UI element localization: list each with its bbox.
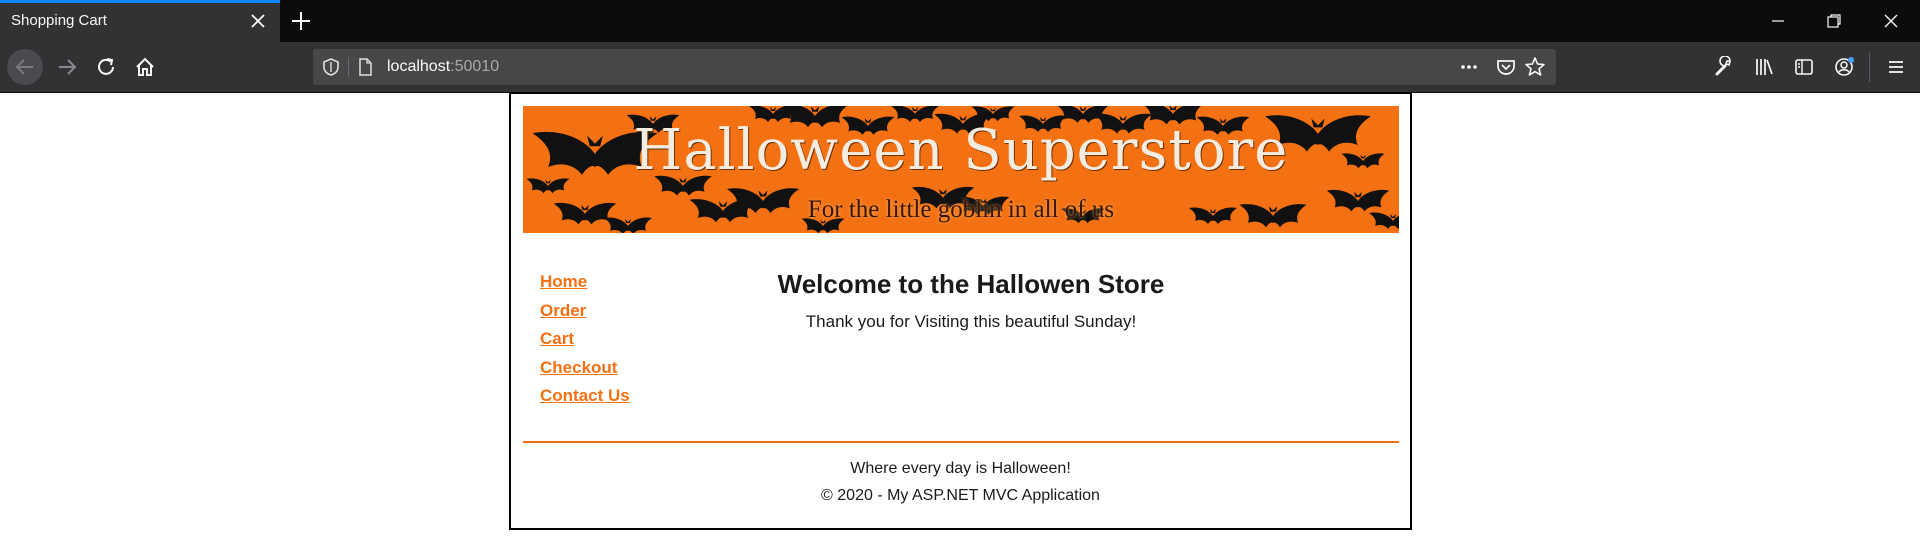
toolbar-divider [1869,52,1870,82]
welcome-message: Thank you for Visiting this beautiful Su… [805,312,1137,331]
close-icon[interactable] [248,11,268,31]
home-icon[interactable] [127,49,163,85]
back-button[interactable] [7,49,43,85]
nav-link-checkout[interactable]: Checkout [540,358,630,387]
footer-copyright: © 2020 - My ASP.NET MVC Application [821,487,1100,504]
library-icon[interactable] [1753,56,1775,78]
shield-icon[interactable] [321,57,341,77]
url-text[interactable]: localhost:50010 [387,58,499,76]
tab-strip: Shopping Cart [0,0,1920,42]
menu-icon[interactable] [1885,56,1907,78]
banner-title: Halloween Superstore [633,118,1289,183]
url-divider [348,57,349,77]
page-icon[interactable] [355,57,375,77]
nav-link-contact-us[interactable]: Contact Us [540,386,630,415]
url-port: :50010 [450,58,500,75]
site-navigation: Home Order Cart Checkout Contact Us [540,272,630,415]
tab-title: Shopping Cart [11,12,107,29]
active-tab[interactable]: Shopping Cart [0,0,280,42]
minimize-icon[interactable] [1766,9,1790,33]
tab-active-indicator [0,0,280,3]
reload-icon[interactable] [88,49,124,85]
address-bar[interactable]: localhost:50010 [313,49,1556,85]
back-icon [15,59,33,75]
forward-icon[interactable] [49,49,85,85]
banner-subtitle: For the little goblin in all of us [807,196,1115,223]
footer-divider [523,441,1399,443]
sidebar-icon[interactable] [1793,56,1815,78]
nav-link-home[interactable]: Home [540,272,630,301]
navigation-toolbar: localhost:50010 [0,42,1920,93]
url-host: localhost [387,58,451,75]
wrench-icon[interactable] [1713,56,1735,78]
nav-link-cart[interactable]: Cart [540,329,630,358]
plus-icon[interactable] [289,9,313,33]
footer-tagline: Where every day is Halloween! [850,460,1071,477]
page-heading: Welcome to the Hallowen Store [777,269,1165,299]
star-icon[interactable] [1524,56,1546,78]
more-icon[interactable] [1458,56,1480,78]
nav-link-order[interactable]: Order [540,301,630,330]
pocket-icon[interactable] [1495,56,1517,78]
header-banner: Halloween Superstore For the little gobl… [523,106,1399,233]
restore-icon[interactable] [1822,9,1846,33]
page-container: Halloween Superstore For the little gobl… [509,92,1412,530]
close-window-icon[interactable] [1879,9,1903,33]
account-icon[interactable] [1833,56,1855,78]
